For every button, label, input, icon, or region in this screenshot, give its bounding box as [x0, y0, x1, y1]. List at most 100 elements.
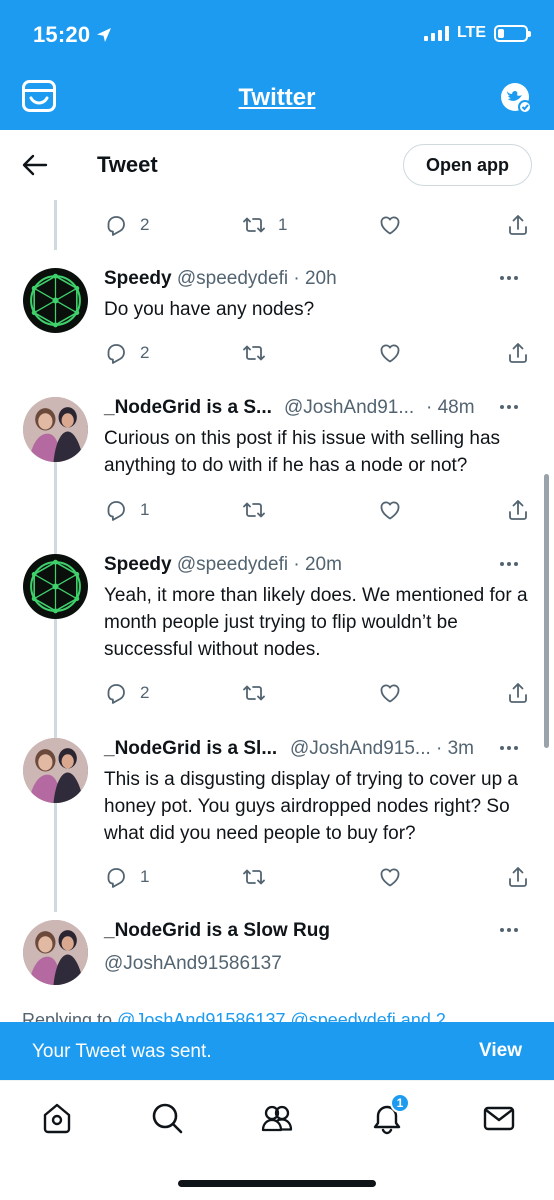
search-icon — [152, 1103, 183, 1134]
nav-communities[interactable] — [260, 1101, 294, 1135]
tweet-text: Yeah, it more than likely does. We menti… — [104, 585, 528, 660]
home-indicator[interactable] — [178, 1180, 376, 1187]
share-button[interactable] — [506, 864, 530, 890]
tweet-meta: _NodeGrid is a Slow Rug — [104, 920, 534, 946]
share-icon — [506, 681, 530, 705]
tweet-time: · 20m — [293, 554, 342, 575]
more-icon[interactable] — [498, 268, 520, 288]
author-handle[interactable]: @speedydefi — [177, 268, 288, 289]
communities-icon — [261, 1105, 293, 1132]
retweet-button[interactable] — [242, 497, 266, 523]
like-button[interactable] — [378, 340, 402, 366]
retweet-icon — [242, 213, 266, 237]
browser-header: 15:20 LTE Twitter — [0, 0, 554, 130]
status-time: 15:20 — [33, 22, 112, 48]
more-icon[interactable] — [498, 554, 520, 574]
tweet-time: · 20h — [293, 268, 337, 289]
reply-count: 1 — [140, 500, 150, 519]
more-icon[interactable] — [498, 738, 520, 758]
reply-button[interactable]: 1 — [104, 864, 149, 890]
user-photo — [23, 920, 88, 985]
reply-count: 1 — [140, 867, 150, 886]
open-app-button[interactable]: Open app — [403, 144, 532, 186]
like-button[interactable] — [378, 212, 402, 238]
reply-count: 2 — [140, 215, 150, 234]
author-name[interactable]: _NodeGrid is a Sl... — [104, 738, 277, 759]
retweet-icon — [242, 681, 266, 705]
tweet-text: Curious on this post if his issue with s… — [104, 428, 501, 476]
scrollbar[interactable] — [544, 474, 549, 748]
tweet-actions: 1 — [104, 864, 534, 890]
avatar[interactable] — [23, 738, 88, 803]
back-arrow-icon[interactable] — [22, 152, 48, 178]
author-handle[interactable]: @JoshAnd91... — [284, 397, 414, 419]
author-handle[interactable]: @speedydefi — [177, 554, 288, 575]
author-name[interactable]: _NodeGrid is a Slow Rug — [104, 920, 330, 941]
share-button[interactable] — [506, 680, 530, 706]
share-icon — [506, 213, 530, 237]
tweet-time: · 48m — [426, 397, 475, 418]
user-photo — [23, 738, 88, 803]
nav-home[interactable] — [40, 1101, 74, 1135]
tweet-text: Do you have any nodes? — [104, 299, 315, 320]
like-button[interactable] — [378, 680, 402, 706]
replying-mentions[interactable]: @JoshAnd91586137 @speedydefi and 2 — [117, 1010, 446, 1022]
tweet-meta: _NodeGrid is a S... @JoshAnd91... · 48m — [104, 397, 534, 423]
share-button[interactable] — [506, 497, 530, 523]
status-indicators: LTE — [423, 24, 531, 42]
author-name[interactable]: _NodeGrid is a S... — [104, 397, 272, 418]
share-button[interactable] — [506, 212, 530, 238]
reply-count: 2 — [140, 683, 150, 702]
avatar[interactable] — [23, 554, 88, 619]
reply-button[interactable]: 2 — [104, 680, 149, 706]
more-icon[interactable] — [498, 397, 520, 417]
nav-messages[interactable] — [482, 1101, 516, 1135]
share-button[interactable] — [506, 340, 530, 366]
more-icon[interactable] — [498, 920, 520, 940]
reply-icon — [104, 681, 128, 705]
tweet-time: · 3m — [436, 738, 474, 759]
reply-count: 2 — [140, 343, 150, 362]
share-icon — [506, 865, 530, 889]
reply-button[interactable]: 2 — [104, 212, 149, 238]
tweet-sent-toast: Your Tweet was sent. View — [0, 1022, 554, 1080]
reply-button[interactable]: 1 — [104, 497, 149, 523]
user-photo — [23, 397, 88, 462]
retweet-button[interactable] — [242, 864, 266, 890]
retweet-button[interactable]: 1 — [242, 212, 287, 238]
replying-prefix: Replying to — [22, 1010, 118, 1022]
tweet-meta: _NodeGrid is a Sl... @JoshAnd915... · 3m — [104, 738, 534, 764]
avatar[interactable] — [23, 268, 88, 333]
tweet-actions: 2 — [104, 340, 534, 366]
thread-line — [54, 802, 57, 912]
tweet-meta: Speedy @speedydefi · 20m — [104, 554, 534, 580]
profile-badge-icon[interactable] — [500, 82, 532, 114]
nav-search[interactable] — [150, 1101, 184, 1135]
retweet-icon — [242, 865, 266, 889]
like-button[interactable] — [378, 497, 402, 523]
like-icon — [378, 213, 402, 237]
author-name[interactable]: Speedy — [104, 268, 172, 289]
like-button[interactable] — [378, 864, 402, 890]
retweet-button[interactable] — [242, 340, 266, 366]
avatar[interactable] — [23, 920, 88, 985]
reply-feed[interactable]: 2 1 Speedy @speedydefi · 20h Do you have… — [0, 200, 554, 1022]
view-button[interactable]: View — [479, 1040, 522, 1062]
author-handle[interactable]: @JoshAnd915... — [290, 738, 431, 760]
author-handle-line: @JoshAnd91586137 — [104, 950, 530, 977]
thread-line — [54, 200, 57, 250]
replying-to: Replying to @JoshAnd91586137 @speedydefi… — [22, 1010, 446, 1022]
author-name[interactable]: Speedy — [104, 554, 172, 575]
share-icon — [506, 498, 530, 522]
network-label: LTE — [456, 24, 486, 41]
reply-button[interactable]: 2 — [104, 340, 149, 366]
browser-title[interactable]: Twitter — [0, 84, 554, 112]
like-icon — [378, 341, 402, 365]
tweet-header: Tweet Open app — [0, 130, 554, 200]
retweet-icon — [242, 498, 266, 522]
tweet-actions: 1 — [104, 497, 534, 523]
author-handle[interactable]: @JoshAnd91586137 — [104, 953, 282, 974]
avatar[interactable] — [23, 397, 88, 462]
toast-message: Your Tweet was sent. — [32, 1041, 212, 1062]
retweet-button[interactable] — [242, 680, 266, 706]
